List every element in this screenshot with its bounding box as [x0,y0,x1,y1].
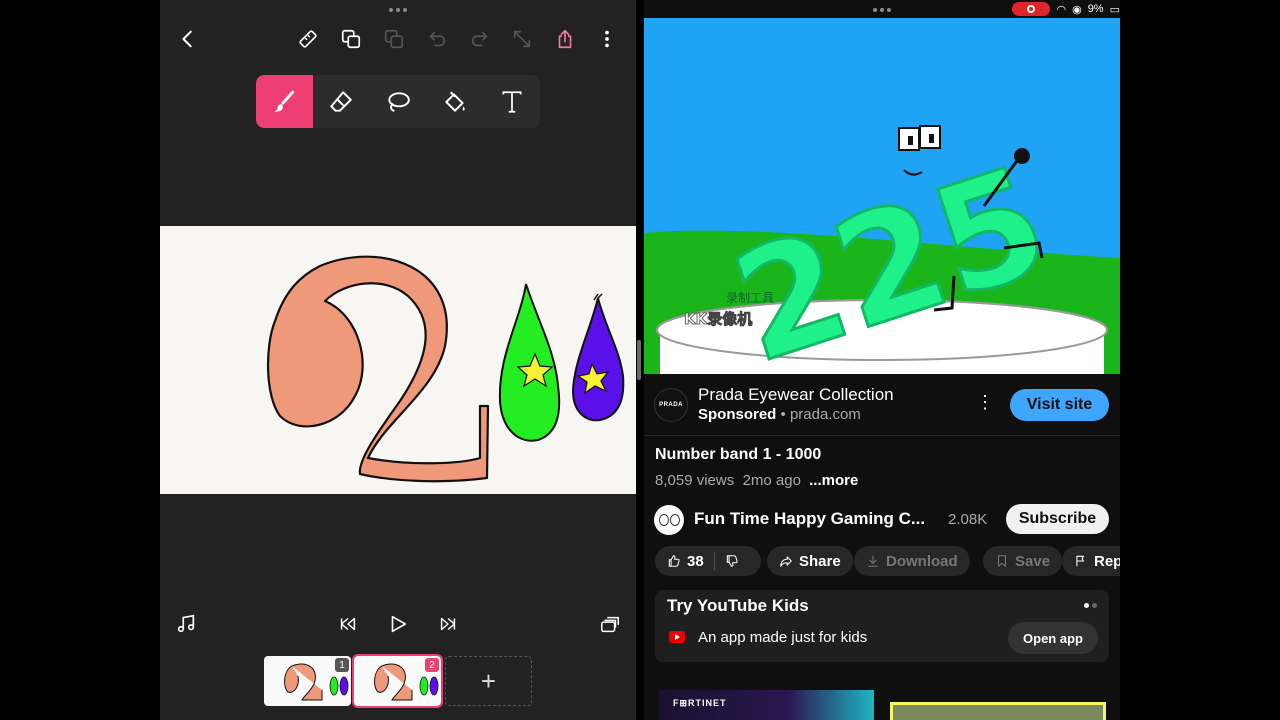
skip-to-end-icon[interactable] [436,612,460,636]
video-player[interactable]: 225 录制工具 KK录像机 [644,18,1120,374]
ad-separator: • [776,406,790,423]
download-label: Download [886,552,958,570]
thumbs-down-icon [726,555,738,567]
channel-name[interactable]: Fun Time Happy Gaming C... [694,509,925,529]
channel-avatar[interactable] [654,505,684,535]
screen-recording-indicator [1012,2,1051,16]
youtube-kids-promo-card[interactable]: Try YouTube Kids An app made just for ki… [655,590,1109,662]
watermark-line-2: KK录像机 [684,310,752,328]
thumbs-up-icon [668,555,680,567]
wifi-icon: ◠ [1056,3,1067,16]
play-icon[interactable] [386,612,410,636]
divider [644,435,1120,436]
drawn-green-drop [498,283,561,442]
ruler-icon[interactable] [295,26,321,52]
more-vertical-icon[interactable] [594,26,620,52]
kids-card-title: Try YouTube Kids [667,596,809,615]
carousel-dots [1084,603,1097,608]
music-note-icon[interactable] [174,612,198,636]
skip-to-start-icon[interactable] [336,612,360,636]
next-video-thumbnail[interactable] [890,702,1106,720]
download-button[interactable]: Download [854,546,970,576]
eraser-icon [330,90,352,112]
like-dislike-button[interactable]: 38 [655,546,761,576]
frame-thumbnail-1[interactable]: 1 [264,656,351,706]
open-app-button[interactable]: Open app [1008,622,1098,654]
resize-icon [509,26,535,52]
share-button[interactable]: Share [767,546,853,576]
ad-subtitle: Sponsored • prada.com [698,406,861,423]
report-label: Repo [1094,552,1120,570]
download-icon [868,555,878,567]
eraser-tool[interactable] [313,75,370,128]
report-button[interactable]: Repo [1062,546,1120,576]
add-frame-button[interactable]: + [445,656,532,706]
duplicate-icon[interactable] [338,26,364,52]
text-icon [502,90,522,113]
share-label: Share [799,552,841,570]
ad-domain: prada.com [789,406,861,423]
tool-palette [256,75,540,128]
screen: 1 2 + ◠ ◉ 9% ▭ 225 录制工具 KK录像机 PRADA Prad… [0,0,1280,720]
back-chevron-icon[interactable] [175,26,201,52]
watermark-line-1: 录制工具 [726,291,774,305]
video-title[interactable]: Number band 1 - 1000 [655,446,821,464]
layers-copy-icon [381,26,407,52]
save-button[interactable]: Save [983,546,1063,576]
location-icon: ◉ [1072,3,1082,16]
bookmark-icon [997,555,1007,568]
frame-number-badge: 2 [425,658,439,672]
view-count: 8,059 views [655,472,735,489]
ad-title: Prada Eyewear Collection [698,385,894,404]
lasso-icon [388,91,410,112]
brush-tool[interactable] [256,75,313,128]
visit-site-button[interactable]: Visit site [1010,389,1109,421]
battery-percent: 9% [1087,3,1104,15]
flag-icon [1076,555,1085,567]
frame-number-badge: 1 [335,658,349,672]
upload-age: 2mo ago [742,472,801,489]
sponsored-ad-row[interactable]: PRADA Prada Eyewear Collection Sponsored… [644,376,1120,434]
frame-thumbnail-2[interactable]: 2 [352,654,443,708]
ad-more-icon[interactable]: ⋮ [976,392,994,413]
lasso-tool[interactable] [370,75,427,128]
undo-icon [424,26,450,52]
status-bar: ◠ ◉ 9% ▭ [1012,0,1120,18]
drawn-purple-drop [571,297,625,422]
like-count: 38 [687,552,704,570]
subscribe-button[interactable]: Subscribe [1006,504,1109,534]
redo-icon [467,26,493,52]
text-tool[interactable] [483,75,540,128]
thumbnail-brand-text: F⊞RTINET [673,698,727,708]
drawing-canvas[interactable] [160,226,636,494]
drawing-app-panel: 1 2 + [160,0,636,720]
save-label: Save [1015,552,1051,570]
more-link[interactable]: ...more [809,472,858,489]
youtube-app-panel: ◠ ◉ 9% ▭ 225 录制工具 KK录像机 PRADA Prada Eyew… [644,0,1120,720]
drawn-digit-2 [266,255,490,483]
multitasking-dots-icon[interactable] [388,8,408,14]
subscriber-count: 2.08K [948,511,988,528]
kids-card-subtitle: An app made just for kids [698,629,868,646]
advertiser-logo: PRADA [654,388,688,422]
next-video-thumbnail[interactable]: F⊞RTINET [659,690,874,720]
battery-charging-icon: ▭ [1109,3,1120,16]
share-icon[interactable] [552,26,578,52]
multitasking-dots-icon[interactable] [872,8,892,14]
fill-bucket-icon [445,91,465,112]
share-arrow-icon [780,556,792,567]
fill-bucket-tool[interactable] [426,75,483,128]
onion-skin-icon[interactable] [598,612,622,636]
sponsored-label: Sponsored [698,406,777,423]
youtube-kids-logo-icon [669,631,685,643]
video-meta: 8,059 views 2mo ago ...more [655,472,858,489]
split-view-divider-handle[interactable] [637,340,641,380]
brush-icon [274,90,295,112]
